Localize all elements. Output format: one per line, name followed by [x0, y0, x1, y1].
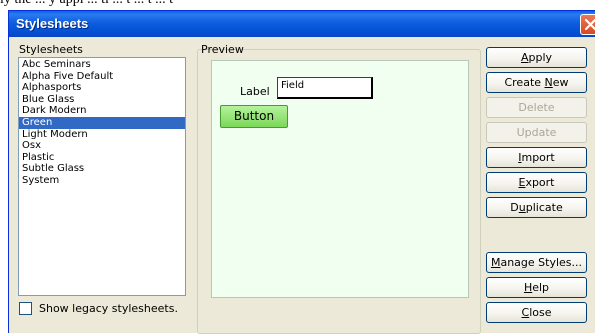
title-bar[interactable]: Stylesheets — [9, 11, 595, 37]
list-item[interactable]: System — [19, 175, 185, 187]
help-button[interactable]: Help — [486, 277, 587, 298]
manage-styles-button[interactable]: Manage Styles... — [486, 252, 587, 273]
apply-button[interactable]: Apply — [486, 47, 587, 68]
list-item[interactable]: Osx — [19, 140, 185, 152]
close-window-button[interactable] — [580, 14, 595, 35]
list-item[interactable]: Blue Glass — [19, 94, 185, 106]
background-text: ly the ... y appl ... ti ... t ... t ...… — [0, 0, 173, 8]
update-button[interactable]: Update — [486, 122, 587, 143]
create-new-button[interactable]: Create New — [486, 72, 587, 93]
list-item[interactable]: Subtle Glass — [19, 163, 185, 175]
close-button[interactable]: Close — [486, 302, 587, 323]
list-item[interactable]: Plastic — [19, 152, 185, 164]
window-title: Stylesheets — [16, 16, 89, 31]
list-item[interactable]: Abc Seminars — [19, 59, 185, 71]
preview-panel: Label Field Button — [211, 60, 469, 298]
preview-label: Label — [240, 85, 270, 98]
stylesheets-dialog: Stylesheets Stylesheets Abc Seminars Alph… — [8, 10, 595, 334]
close-icon — [585, 19, 595, 30]
import-button[interactable]: Import — [486, 147, 587, 168]
preview-button[interactable]: Button — [220, 105, 288, 128]
list-item[interactable]: Alpha Five Default — [19, 71, 185, 83]
stylesheet-list[interactable]: Abc Seminars Alpha Five Default Alphasport… — [18, 57, 186, 296]
list-item[interactable]: Alphasports — [19, 82, 185, 94]
show-legacy-label[interactable]: Show legacy stylesheets. — [39, 302, 178, 315]
duplicate-button[interactable]: Duplicate — [486, 197, 587, 218]
preview-field[interactable]: Field — [277, 77, 373, 99]
list-item[interactable]: Light Modern — [19, 129, 185, 141]
delete-button[interactable]: Delete — [486, 97, 587, 118]
export-button[interactable]: Export — [486, 172, 587, 193]
background-strip: ly the ... y appl ... ti ... t ... t ...… — [0, 0, 595, 10]
list-item[interactable]: Green — [19, 116, 185, 129]
stylesheets-group-label: Stylesheets — [19, 43, 83, 56]
preview-group-label: Preview — [201, 43, 244, 56]
show-legacy-checkbox[interactable] — [19, 302, 32, 315]
list-item[interactable]: Dark Modern — [19, 105, 185, 117]
